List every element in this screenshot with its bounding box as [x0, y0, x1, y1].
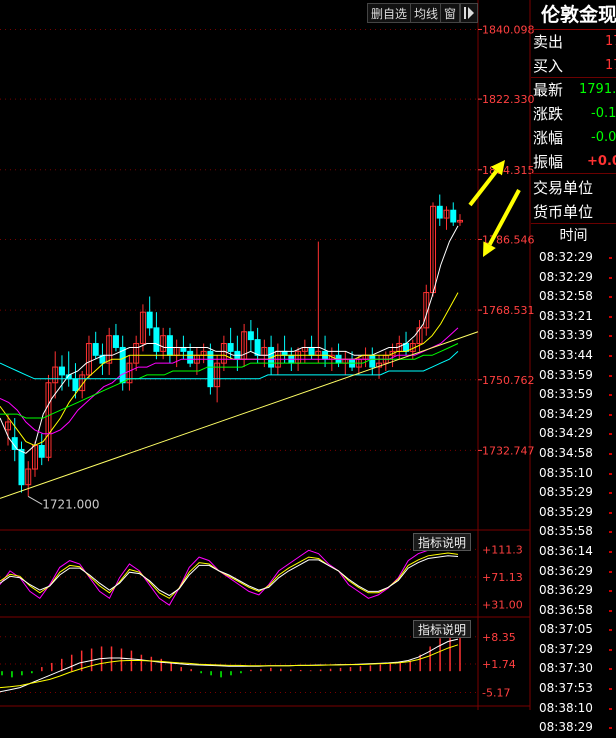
bid-row: 买入 17: [531, 54, 616, 78]
ind2-tick-label: -5.17: [482, 686, 510, 699]
candle-body: [146, 311, 153, 329]
ma-line: [0, 225, 459, 454]
candle-body: [72, 378, 79, 392]
last-label: 最新: [533, 81, 564, 99]
tick-time: 08:32:58: [531, 287, 616, 307]
bid-label: 买入: [533, 57, 564, 75]
trade-unit-row: 交易单位: [531, 176, 616, 200]
chart-canvas[interactable]: 1840.0981822.3301804.3151786.5461768.531…: [0, 0, 616, 710]
candle-body: [227, 343, 234, 352]
tick-time: 08:34:29: [531, 424, 616, 444]
tick-time-list[interactable]: 08:32:29 08:32:29 08:32:58 08:33:21 08:33:39…: [531, 248, 616, 738]
price-tick-label: 1804.315: [482, 164, 535, 177]
trade-unit-label: 交易单位: [533, 179, 594, 197]
moving-average-button[interactable]: 均线: [410, 3, 443, 23]
arrow-right-collapse-icon: [464, 7, 474, 19]
price-tick-label: 1750.762: [482, 374, 535, 387]
tick-time: 08:33:59: [531, 385, 616, 405]
tick-time: 08:32:29: [531, 268, 616, 288]
candle-body: [450, 209, 457, 223]
tick-time: 08:34:58: [531, 444, 616, 464]
ind1-tick-label: +111.3: [482, 543, 523, 556]
candle-body: [281, 350, 288, 356]
change-value: -0.1: [591, 106, 616, 121]
tick-time: 08:35:10: [531, 464, 616, 484]
ind1-tick-label: +31.00: [482, 598, 523, 611]
candle-body: [247, 331, 254, 341]
tick-time: 08:36:29: [531, 581, 616, 601]
candle-body: [112, 335, 119, 348]
candle-body: [92, 343, 99, 356]
candle-body: [38, 444, 45, 458]
instrument-title: 伦敦金现: [531, 0, 616, 30]
candle-body: [308, 346, 315, 356]
currency-unit-label: 货币单位: [533, 203, 594, 221]
ind1-line: [0, 548, 459, 606]
tick-time: 08:36:14: [531, 542, 616, 562]
time-column-header: 时间: [559, 228, 588, 244]
tick-time: 08:34:29: [531, 405, 616, 425]
ind2-tick-label: +8.35: [482, 631, 516, 644]
candle-body: [180, 346, 187, 352]
change-row: 涨跌 -0.1: [531, 102, 616, 126]
ind1-line: [0, 552, 459, 599]
candle-body: [166, 335, 173, 356]
last-value: 1791.4: [579, 82, 616, 97]
price-tick-label: 1768.531: [482, 304, 535, 317]
indicator1-help-button[interactable]: 指标说明: [413, 533, 471, 551]
tick-time: 08:37:53: [531, 679, 616, 699]
currency-unit-row: 货币单位: [531, 200, 616, 224]
ask-label: 卖出: [533, 33, 564, 51]
price-tick-label: 1840.098: [482, 23, 535, 36]
candle-body: [207, 350, 214, 388]
kline-chart-area[interactable]: 1840.098 1822.330 1804.315 1786.546 1768.531…: [0, 0, 616, 710]
amplitude-row: 振幅 +0.0: [531, 150, 616, 174]
candle-body: [187, 350, 194, 364]
tick-time: 08:37:05: [531, 620, 616, 640]
change-pct-value: -0.0: [591, 130, 616, 145]
last-row: 最新 1791.4: [531, 78, 616, 102]
ind2-tick-label: +1.74: [482, 658, 516, 671]
tick-time: 08:37:29: [531, 640, 616, 660]
ind1-tick-label: +71.13: [482, 571, 523, 584]
amplitude-value: +0.0: [587, 154, 616, 169]
change-pct-row: 涨幅 -0.0: [531, 126, 616, 150]
price-tick-label: 1732.747: [482, 444, 535, 457]
tick-time: 08:33:59: [531, 366, 616, 386]
window-button[interactable]: 窗: [440, 3, 461, 23]
tick-time: 08:33:39: [531, 326, 616, 346]
tick-time: 08:36:29: [531, 562, 616, 582]
ask-row: 卖出 17: [531, 30, 616, 54]
tick-time: 08:38:10: [531, 699, 616, 719]
tick-time: 08:33:21: [531, 307, 616, 327]
candle-body: [369, 354, 376, 368]
candle-body: [153, 327, 160, 352]
bid-value: 17: [605, 58, 616, 73]
change-label: 涨跌: [533, 105, 564, 123]
amplitude-label: 振幅: [533, 153, 564, 171]
delete-from-watchlist-button[interactable]: 删自选: [367, 3, 412, 23]
price-tick-label: 1822.330: [482, 93, 535, 106]
tick-time: 08:36:58: [531, 601, 616, 621]
candle-body: [119, 346, 126, 384]
tick-time: 08:33:44: [531, 346, 616, 366]
low-price-label: 1721.000: [42, 497, 99, 511]
change-pct-label: 涨幅: [533, 129, 564, 147]
tick-time: 08:35:29: [531, 483, 616, 503]
candle-body: [436, 205, 443, 219]
tick-time: 08:38:29: [531, 718, 616, 738]
tick-time: 08:32:29: [531, 248, 616, 268]
ask-value: 17: [605, 34, 616, 49]
candle-body: [18, 448, 25, 486]
collapse-panel-button[interactable]: [460, 3, 478, 23]
tick-time: 08:35:29: [531, 503, 616, 523]
candle-body: [254, 339, 261, 356]
tick-time: 08:37:30: [531, 659, 616, 679]
indicator2-help-button[interactable]: 指标说明: [413, 620, 471, 638]
low-pointer: [27, 496, 43, 505]
tick-time: 08:35:58: [531, 522, 616, 542]
candle-body: [58, 366, 65, 376]
